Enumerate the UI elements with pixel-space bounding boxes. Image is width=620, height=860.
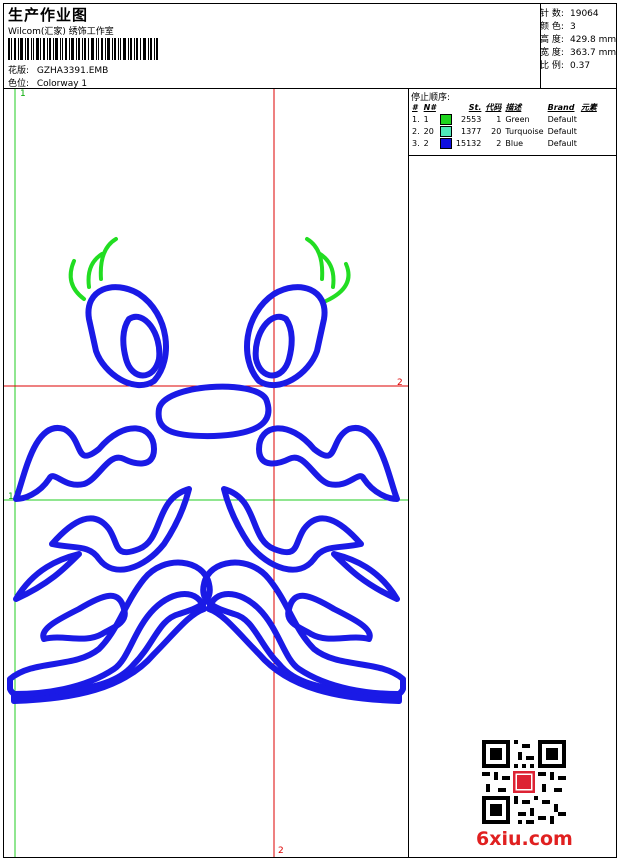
guide-mark-bottom: 2: [278, 846, 284, 856]
table-row: 2. 20 1377 20 Turquoise Default: [410, 125, 599, 137]
row-brand: Default: [547, 114, 577, 124]
stat-value: 429.8 mm: [570, 35, 617, 45]
row-needle: 20: [423, 126, 434, 136]
watermark-site: 6xiu.com: [476, 828, 573, 850]
table-row: 1. 1 2553 1 Green Default: [410, 113, 599, 125]
design-file-line: 花版: GZHA3391.EMB: [8, 63, 108, 76]
column-header: 代码: [485, 103, 502, 112]
guide-mark-left: 1: [8, 492, 14, 502]
embroidery-design: [4, 89, 408, 857]
stat-value: 363.7 mm: [570, 48, 617, 58]
row-stitches: 15132: [455, 138, 482, 148]
column-header: 元素: [580, 103, 597, 112]
page-title: 生产作业图: [8, 6, 89, 24]
table-header-row: # N# St. 代码 描述 Brand 元素: [410, 102, 599, 113]
stat-stitches: 针 数: 19064: [540, 6, 599, 19]
stat-scale: 比 例: 0.37: [540, 58, 590, 71]
row-needle: 1: [423, 114, 429, 124]
row-description: Green: [505, 114, 530, 124]
color-swatch: [439, 113, 452, 125]
row-swatch-cell: [438, 113, 454, 125]
row-index: 1.: [412, 114, 420, 124]
row-code: 1: [496, 114, 502, 124]
column-header: [438, 102, 454, 113]
studio-name: Wilcom(汇家) 绣饰工作室: [8, 27, 114, 37]
stat-label: 针 数:: [540, 9, 564, 19]
stat-label: 高 度:: [540, 35, 564, 45]
color-swatch: [439, 125, 452, 137]
column-header: N#: [423, 103, 436, 112]
guide-mark-top: 1: [20, 89, 26, 99]
row-element: [579, 113, 599, 125]
stat-label: 颜 色:: [540, 22, 564, 32]
design-canvas: 1 2 2 1: [3, 88, 409, 858]
stat-label: 比 例:: [540, 61, 564, 71]
design-label: 花版:: [8, 66, 30, 76]
row-element: [579, 137, 599, 149]
column-header: #: [412, 103, 418, 112]
row-index: 2.: [412, 126, 420, 136]
column-header: Brand: [547, 103, 575, 112]
color-swatch: [439, 137, 452, 149]
row-index: 3.: [412, 138, 420, 148]
stat-colors: 颜 色: 3: [540, 19, 576, 32]
stat-height: 高 度: 429.8 mm: [540, 32, 616, 45]
column-header: 描述: [505, 103, 522, 112]
row-stitches: 2553: [461, 114, 482, 124]
qr-code: [482, 740, 566, 824]
row-code: 2: [496, 138, 502, 148]
row-brand: Default: [547, 138, 577, 148]
stat-width: 宽 度: 363.7 mm: [540, 45, 616, 58]
row-description: Turquoise: [505, 126, 544, 136]
row-element: [579, 125, 599, 137]
column-header: St.: [468, 103, 482, 112]
stat-value: 3: [570, 22, 576, 32]
stat-value: 0.37: [570, 61, 591, 71]
green-lashes: [68, 237, 351, 303]
stop-sequence-table: # N# St. 代码 描述 Brand 元素 1. 1 2553 1 Gree…: [410, 102, 599, 149]
design-value: GZHA3391.EMB: [36, 66, 109, 76]
row-swatch-cell: [438, 125, 454, 137]
header-panel: 生产作业图 Wilcom(汇家) 绣饰工作室 花版: GZHA3391.EMB …: [3, 3, 617, 89]
row-brand: Default: [547, 126, 577, 136]
table-row: 3. 2 15132 2 Blue Default: [410, 137, 599, 149]
stop-sequence-box: 停止顺序: # N# St. 代码 描述 Brand 元素 1. 1 2553 …: [409, 89, 616, 156]
row-swatch-cell: [438, 137, 454, 149]
barcode: [8, 38, 158, 60]
row-stitches: 1377: [461, 126, 482, 136]
row-description: Blue: [505, 138, 524, 148]
guide-mark-right: 2: [397, 378, 403, 388]
row-code: 20: [491, 126, 502, 136]
row-needle: 2: [423, 138, 429, 148]
stat-label: 宽 度:: [540, 48, 564, 58]
blue-outline: [7, 284, 406, 704]
stat-value: 19064: [570, 9, 599, 19]
